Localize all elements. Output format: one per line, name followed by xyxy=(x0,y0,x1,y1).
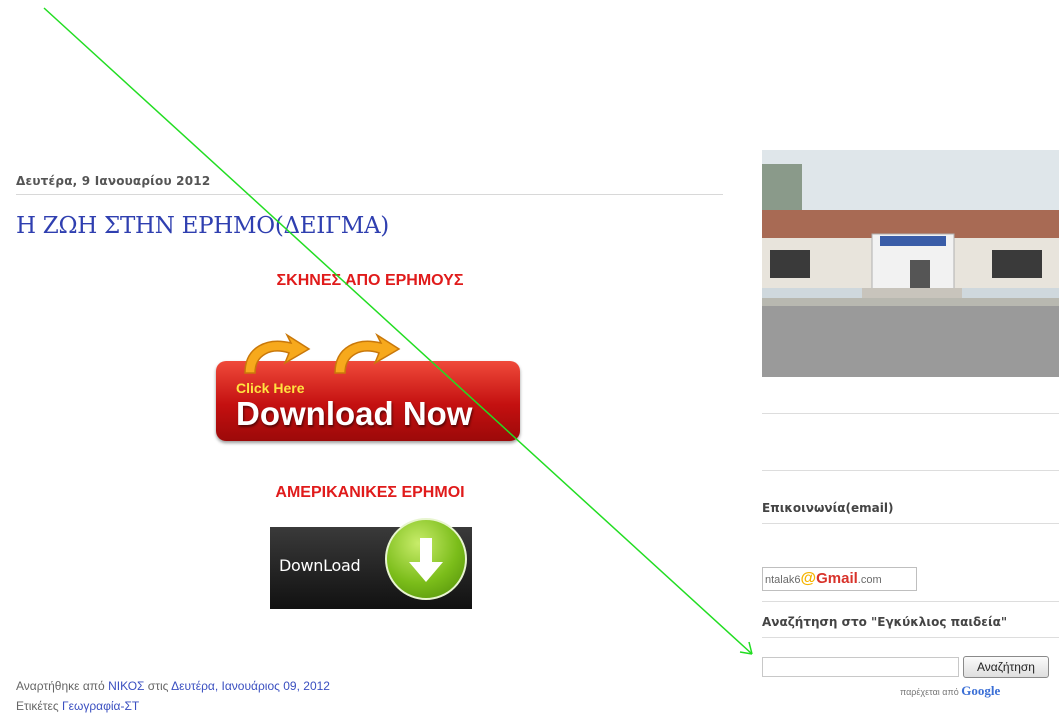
download-now-label: Download Now xyxy=(236,395,473,432)
school-photo xyxy=(762,150,1059,377)
download-arrow-icon xyxy=(385,518,467,600)
divider xyxy=(762,523,1059,524)
powered-by-google: παρέχεται από Google xyxy=(900,683,1001,698)
search-widget-title: Αναζήτηση στο "Εγκύκλιος παιδεία" xyxy=(762,615,1008,629)
label-link[interactable]: Γεωγραφία-ΣΤ xyxy=(62,699,139,713)
post-byline: Αναρτήθηκε από ΝΙΚΟΣ στις Δευτέρα, Ιανου… xyxy=(16,679,330,693)
section-heading-scenes: ΣΚΗΝΕΣ ΑΠΟ ΕΡΗΜΟΥΣ xyxy=(276,272,464,289)
email-image: ntalak6@Gmail.com xyxy=(762,567,917,591)
curved-arrow-icon xyxy=(244,333,311,374)
divider xyxy=(762,470,1059,471)
author-link[interactable]: ΝΙΚΟΣ xyxy=(108,679,144,693)
contact-widget-title: Επικοινωνία(email) xyxy=(762,501,894,515)
click-here-label: Click Here xyxy=(236,380,305,396)
search-button[interactable]: Αναζήτηση xyxy=(963,656,1049,678)
divider xyxy=(762,413,1059,414)
post-title[interactable]: Η ΖΩΗ ΣΤΗΝ ΕΡΗΜΟ(ΔΕΙΓΜΑ) xyxy=(16,213,389,239)
google-logo: Google xyxy=(961,683,1001,698)
download-label: DownLoad xyxy=(279,556,361,575)
download-now-button[interactable]: Click Here Download Now xyxy=(216,333,520,443)
search-input[interactable] xyxy=(762,657,959,677)
post-labels: Ετικέτες Γεωγραφία-ΣΤ xyxy=(16,699,140,713)
gmail-logo: Gmail xyxy=(816,570,858,587)
curved-arrow-icon xyxy=(334,333,401,374)
divider xyxy=(762,601,1059,602)
post-date: Δευτέρα, 9 Ιανουαρίου 2012 xyxy=(16,174,723,195)
post-timestamp-link[interactable]: Δευτέρα, Ιανουάριος 09, 2012 xyxy=(171,679,330,693)
download-button[interactable]: DownLoad xyxy=(270,518,472,610)
section-heading-american: ΑΜΕΡΙΚΑΝΙΚΕΣ ΕΡΗΜΟΙ xyxy=(275,484,465,501)
divider xyxy=(762,637,1059,638)
